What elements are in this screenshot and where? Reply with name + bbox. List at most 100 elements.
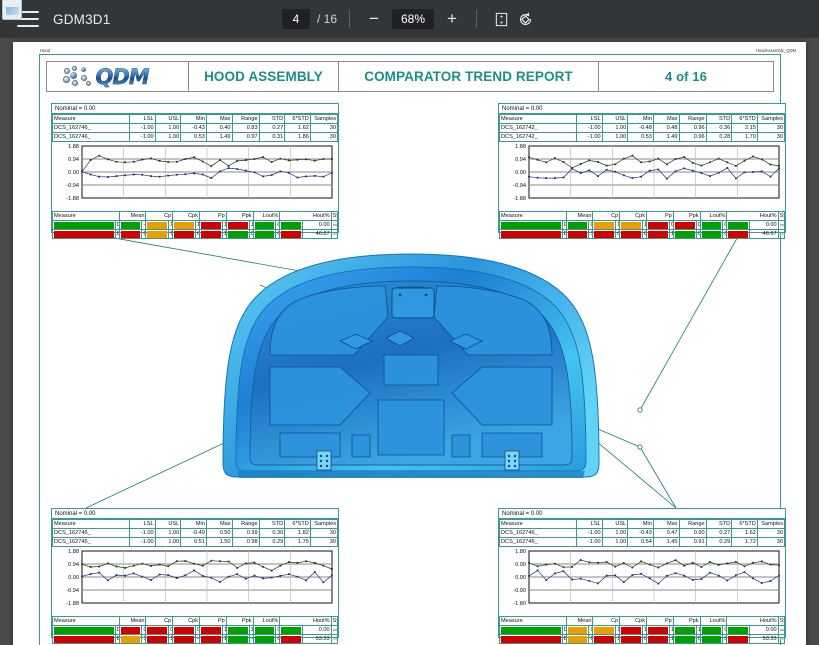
status-chip: [252, 634, 277, 644]
stats-header-cell: Mean: [118, 616, 147, 626]
status-chip: [619, 229, 644, 239]
spec-row: DCS_162742_ -1.00 1.00 -0.48 0.48 0.96 0.36 2.1…: [499, 123, 786, 133]
report-subtitle-text: COMPARATOR TREND REPORT: [364, 69, 573, 84]
spec-row: DCS_162746_ -1.00 1.00 0.54 1.45 0.91 0.29 1.72…: [499, 537, 786, 547]
pdf-scroll-area[interactable]: Hood HoodAssembly_QDM QDM HOOD ASSEMBLY …: [0, 38, 819, 645]
stat-value: 1.05: [141, 634, 147, 644]
page-number-input[interactable]: 4: [281, 9, 310, 29]
svg-text:-1.88: -1.88: [513, 196, 526, 202]
fit-page-icon[interactable]: [489, 7, 513, 31]
status-chip: [118, 634, 143, 644]
measure-name: DCS_162746: [114, 625, 120, 635]
zoom-out-button[interactable]: −: [362, 7, 386, 31]
symbol-legend: [777, 634, 786, 644]
spec-cell: DCS_162742_: [499, 123, 577, 133]
stat-panel-bottom-left: Nominal = 0.00 Measure LSL USL Min Max Range ST…: [51, 508, 339, 644]
print-header-right: HoodAssembly_QDM: [755, 48, 796, 53]
stats-row: DCS_162746 0.99 1.03 0.01 1.16 0.01 0.00 53.33: [499, 634, 786, 644]
stat-value: -0.06: [141, 220, 147, 230]
status-chip: [199, 220, 223, 230]
status-chip: [279, 229, 304, 239]
stat-value: 0.05: [588, 625, 594, 635]
zoom-level-display[interactable]: 68%: [392, 9, 434, 29]
stats-header-cell: Hout%: [726, 616, 779, 626]
svg-text:0.00: 0.00: [515, 575, 526, 581]
stat-value: 0.00: [722, 220, 728, 230]
spec-cell: 1.62: [284, 123, 311, 133]
symbol-legend: [777, 229, 786, 239]
measure-name: DCS_162746: [114, 220, 120, 230]
spec-cell: 1.49: [652, 132, 680, 142]
spec-cell: 0.99: [231, 528, 260, 538]
rotate-icon[interactable]: [513, 7, 537, 31]
stat-value: 53.33: [749, 634, 779, 644]
status-chip: [592, 625, 617, 635]
spec-header-cell: USL: [601, 519, 629, 529]
measure-name: DCS_162746: [114, 229, 120, 239]
stat-value: 1.09: [195, 220, 201, 230]
stat-value: -0.08: [195, 634, 201, 644]
status-chip: [279, 634, 304, 644]
spec-header-cell: Max: [652, 519, 680, 529]
measure-name: DCS_162746: [561, 634, 567, 644]
svg-text:-0.94: -0.94: [66, 588, 79, 594]
stat-value: 0.00: [722, 229, 728, 239]
trend-chart: 1.80 0.90 0.00 -0.90 -1.80: [499, 548, 785, 616]
spec-cell: 30: [756, 123, 786, 133]
stats-row: DCS_162746 0.01 0.93 0.92 1.10 1.09 0.00 0.00: [52, 625, 339, 635]
spec-header-cell: Min: [180, 114, 207, 124]
spec-cell: 0.29: [258, 537, 286, 547]
status-chip: [279, 625, 304, 635]
pdf-page: Hood HoodAssembly_QDM QDM HOOD ASSEMBLY …: [13, 42, 806, 645]
spec-cell: 0.40: [205, 123, 233, 133]
stats-header-cell: Cpk: [172, 616, 201, 626]
stats-header-cell: Cp: [592, 211, 621, 221]
stats-header-cell: Measure: [52, 211, 120, 221]
status-chip: [565, 229, 590, 239]
status-chip: [592, 229, 617, 239]
status-chip: [52, 229, 116, 239]
stats-header-cell: Pp: [646, 211, 674, 221]
stat-value: 0.01: [695, 634, 701, 644]
spec-cell: -0.49: [180, 528, 207, 538]
status-chip: [726, 625, 751, 635]
stats-table: MeasureMeanCpCpkPpPpkLout%Hout%SymbolDCS…: [499, 211, 786, 239]
stats-header-cell: Lout%: [699, 211, 728, 221]
trend-chart: 1.88 0.94 0.00 -0.94 -1.88: [52, 143, 338, 211]
spec-cell: 30: [756, 528, 786, 538]
report-title-text: HOOD ASSEMBLY: [204, 69, 323, 84]
spec-table: Measure LSL USL Min Max Range STD 6*STD Samples D…: [52, 114, 339, 142]
stat-value: 1.10: [221, 625, 227, 635]
spec-header-cell: LSL: [575, 519, 603, 529]
spec-header-cell: Samples: [309, 519, 339, 529]
status-chip: [252, 220, 277, 230]
spec-cell: -1.00: [128, 537, 156, 547]
spec-cell: 30: [756, 132, 786, 142]
spec-cell: 0.96: [678, 123, 707, 133]
spec-row: DCS_162742_ -1.00 1.00 0.53 1.49 0.96 0.28 1.70…: [499, 132, 786, 142]
stat-value: 0.00: [722, 634, 728, 644]
status-chip: [726, 220, 751, 230]
spec-header-cell: USL: [154, 519, 182, 529]
stats-header-cell: Mean: [118, 211, 147, 221]
measure-name: DCS_162742: [561, 229, 567, 239]
stat-value: 1.03: [615, 634, 621, 644]
status-chip: [52, 220, 116, 230]
stats-header-cell: Symbol: [330, 616, 339, 626]
svg-text:1.88: 1.88: [68, 144, 79, 150]
qdm-logo-text: QDM: [95, 64, 150, 89]
symbol-legend: [777, 625, 786, 635]
toolbar-divider-1: [349, 10, 350, 28]
zoom-in-button[interactable]: +: [440, 7, 464, 31]
stat-value: 0.00: [275, 634, 281, 644]
symbol-legend: [330, 625, 339, 635]
spec-cell: DCS_162742_: [499, 132, 577, 142]
svg-text:1.88: 1.88: [68, 549, 79, 555]
spec-cell: 30: [309, 528, 339, 538]
spec-header-cell: Range: [678, 519, 707, 529]
spec-cell: 1.00: [154, 528, 182, 538]
spec-header-cell: Range: [231, 114, 260, 124]
spec-row: DCS_162746_ -1.00 1.00 -0.49 0.50 0.99 0.30 1.8…: [52, 528, 339, 538]
stats-header-cell: Hout%: [279, 211, 332, 221]
stat-value: 1.23: [221, 220, 227, 230]
